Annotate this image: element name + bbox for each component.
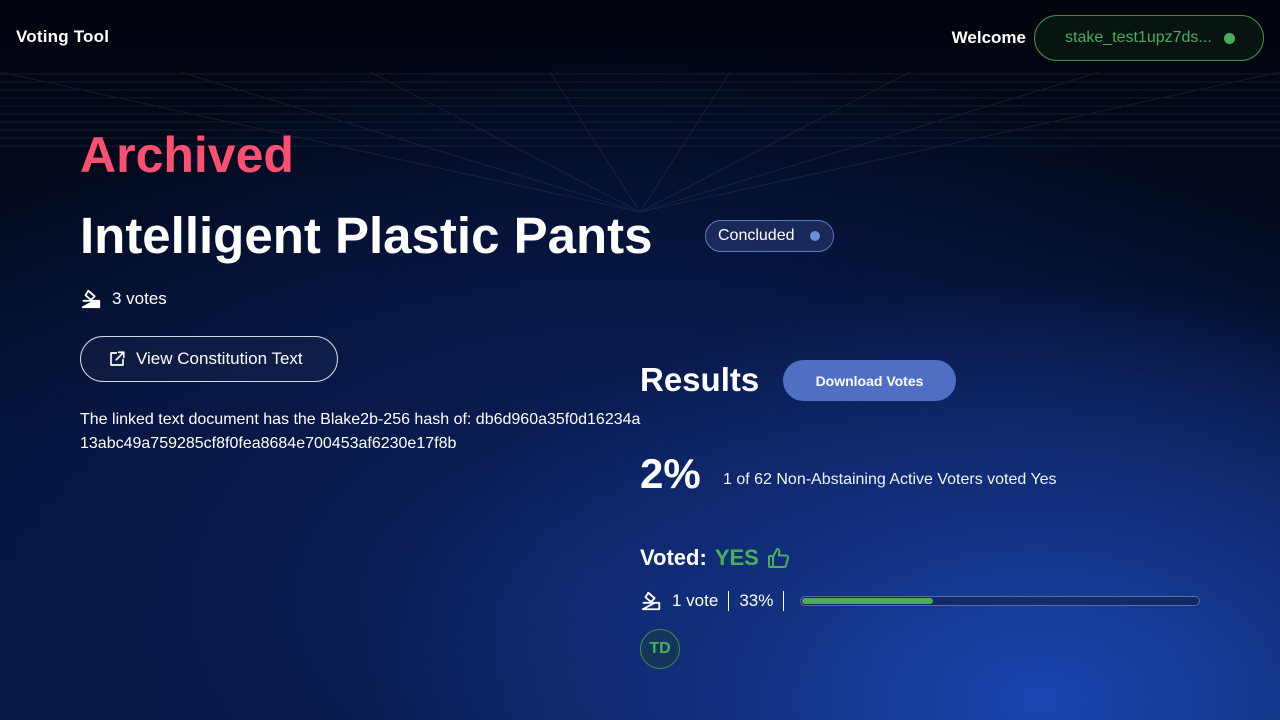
results-percentage: 2% [640,450,701,497]
divider [728,591,730,611]
view-constitution-label: View Constitution Text [136,349,303,368]
wallet-address: stake_test1upz7ds... [1065,29,1212,46]
app-title[interactable]: Voting Tool [16,27,109,47]
thumbs-up-icon [767,548,789,568]
vote-count: 1 vote [672,591,719,610]
status-badge: Concluded [705,220,834,252]
status-label: Concluded [718,227,795,244]
votes-summary: 3 votes [80,288,167,310]
voted-value: YES [714,545,759,570]
welcome-label: Welcome [951,28,1026,47]
voted-label: Voted: [640,545,707,570]
archived-label: Archived [80,127,294,183]
hash-text: The linked text document has the Blake2b… [80,411,641,452]
download-votes-button[interactable]: Download Votes [783,360,956,401]
vote-tally: 1 vote 33% [640,590,794,612]
votes-count: 3 votes [112,289,167,308]
status-dot [810,231,820,241]
ballot-box-icon [641,591,661,611]
external-link-icon [110,351,125,366]
vote-percentage: 33% [739,591,774,610]
voter-avatar[interactable]: TD [640,629,680,669]
divider [783,591,785,611]
wallet-status-dot [1224,33,1235,44]
wallet-button[interactable]: stake_test1upz7ds... [1034,15,1264,61]
results-title: Results [640,361,760,398]
proposal-title: Intelligent Plastic Pants [80,207,653,264]
vote-progress-bar [800,596,1200,606]
view-constitution-button[interactable]: View Constitution Text [80,336,338,382]
results-description: 1 of 62 Non-Abstaining Active Voters vot… [723,471,1057,488]
top-bar: Voting Tool Welcome stake_test1upz7ds... [0,0,1280,76]
vote-progress-fill [802,598,933,604]
voted-row: Voted: YES [640,545,791,571]
ballot-box-icon [81,289,101,309]
